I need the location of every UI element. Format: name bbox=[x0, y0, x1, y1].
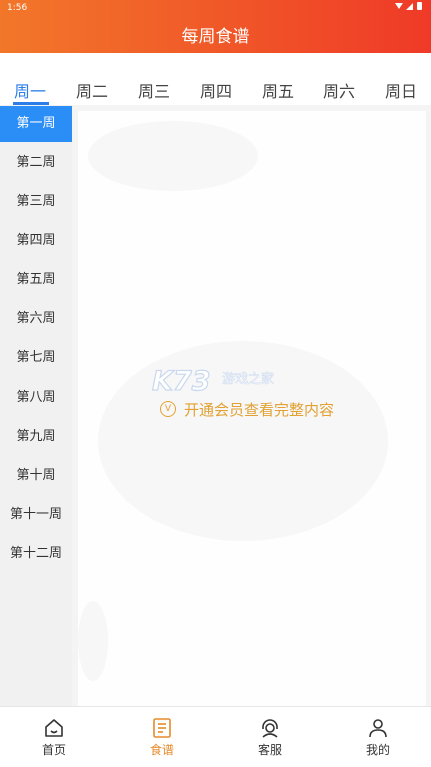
sidebar-item-week-4[interactable]: 第四周 bbox=[0, 223, 72, 259]
customer-service-icon bbox=[262, 719, 278, 738]
bottom-nav: 首页 食谱 客服 我的 bbox=[0, 706, 431, 767]
nav-customer-service[interactable]: 客服 bbox=[240, 717, 300, 758]
tab-thursday[interactable]: 周四 bbox=[200, 78, 232, 102]
unlock-text[interactable]: 开通会员查看完整内容 bbox=[184, 399, 334, 420]
app-header: 1:56 每周食谱 bbox=[0, 0, 431, 53]
user-icon bbox=[369, 719, 387, 738]
blurred-content bbox=[88, 121, 258, 191]
sidebar-item-week-11[interactable]: 第十一周 bbox=[0, 497, 72, 533]
unlock-prompt[interactable]: V 开通会员查看完整内容 bbox=[160, 399, 334, 419]
nav-home-label: 首页 bbox=[41, 743, 66, 757]
tab-monday[interactable]: 周一 bbox=[14, 78, 46, 102]
sidebar-item-week-12[interactable]: 第十二周 bbox=[0, 536, 72, 572]
nav-recipes-label: 食谱 bbox=[149, 743, 174, 757]
tab-sunday[interactable]: 周日 bbox=[385, 78, 417, 102]
watermark-logo-text: K73 bbox=[151, 365, 211, 397]
sidebar-item-week-9[interactable]: 第九周 bbox=[0, 419, 72, 455]
status-icons bbox=[394, 1, 424, 14]
status-time: 1:56 bbox=[7, 3, 28, 13]
watermark-caption: 游戏之家 bbox=[222, 372, 275, 388]
week-sidebar: 第一周 第二周 第三周 第四周 第五周 第六周 第七周 第八周 第九周 第十周 … bbox=[0, 105, 72, 706]
blurred-content bbox=[78, 601, 108, 681]
signal-battery-icon bbox=[395, 2, 422, 10]
vip-icon: V bbox=[160, 401, 176, 417]
watermark-logo: K73 游戏之家 bbox=[151, 365, 282, 398]
sidebar-item-week-10[interactable]: 第十周 bbox=[0, 458, 72, 494]
sidebar-item-week-2[interactable]: 第二周 bbox=[0, 145, 72, 181]
tab-tuesday[interactable]: 周二 bbox=[76, 78, 108, 102]
nav-recipes[interactable]: 食谱 bbox=[132, 717, 192, 758]
home-icon bbox=[45, 719, 63, 737]
nav-home[interactable]: 首页 bbox=[24, 717, 84, 758]
sidebar-item-week-6[interactable]: 第六周 bbox=[0, 301, 72, 337]
page-title: 每周食谱 bbox=[181, 27, 250, 47]
sidebar-item-week-7[interactable]: 第七周 bbox=[0, 340, 72, 376]
sidebar-item-week-1[interactable]: 第一周 bbox=[0, 106, 72, 142]
sidebar-item-week-8[interactable]: 第八周 bbox=[0, 380, 72, 416]
sidebar-item-week-3[interactable]: 第三周 bbox=[0, 184, 72, 220]
tab-wednesday[interactable]: 周三 bbox=[138, 78, 170, 102]
sidebar-item-week-5[interactable]: 第五周 bbox=[0, 262, 72, 298]
nav-profile-label: 我的 bbox=[365, 743, 390, 757]
tab-saturday[interactable]: 周六 bbox=[323, 78, 355, 102]
nav-profile[interactable]: 我的 bbox=[348, 717, 408, 758]
day-tabs: 周一 周二 周三 周四 周五 周六 周日 bbox=[0, 53, 431, 105]
recipe-icon bbox=[153, 718, 171, 738]
tab-friday[interactable]: 周五 bbox=[262, 78, 294, 102]
nav-customer-service-label: 客服 bbox=[257, 743, 282, 757]
